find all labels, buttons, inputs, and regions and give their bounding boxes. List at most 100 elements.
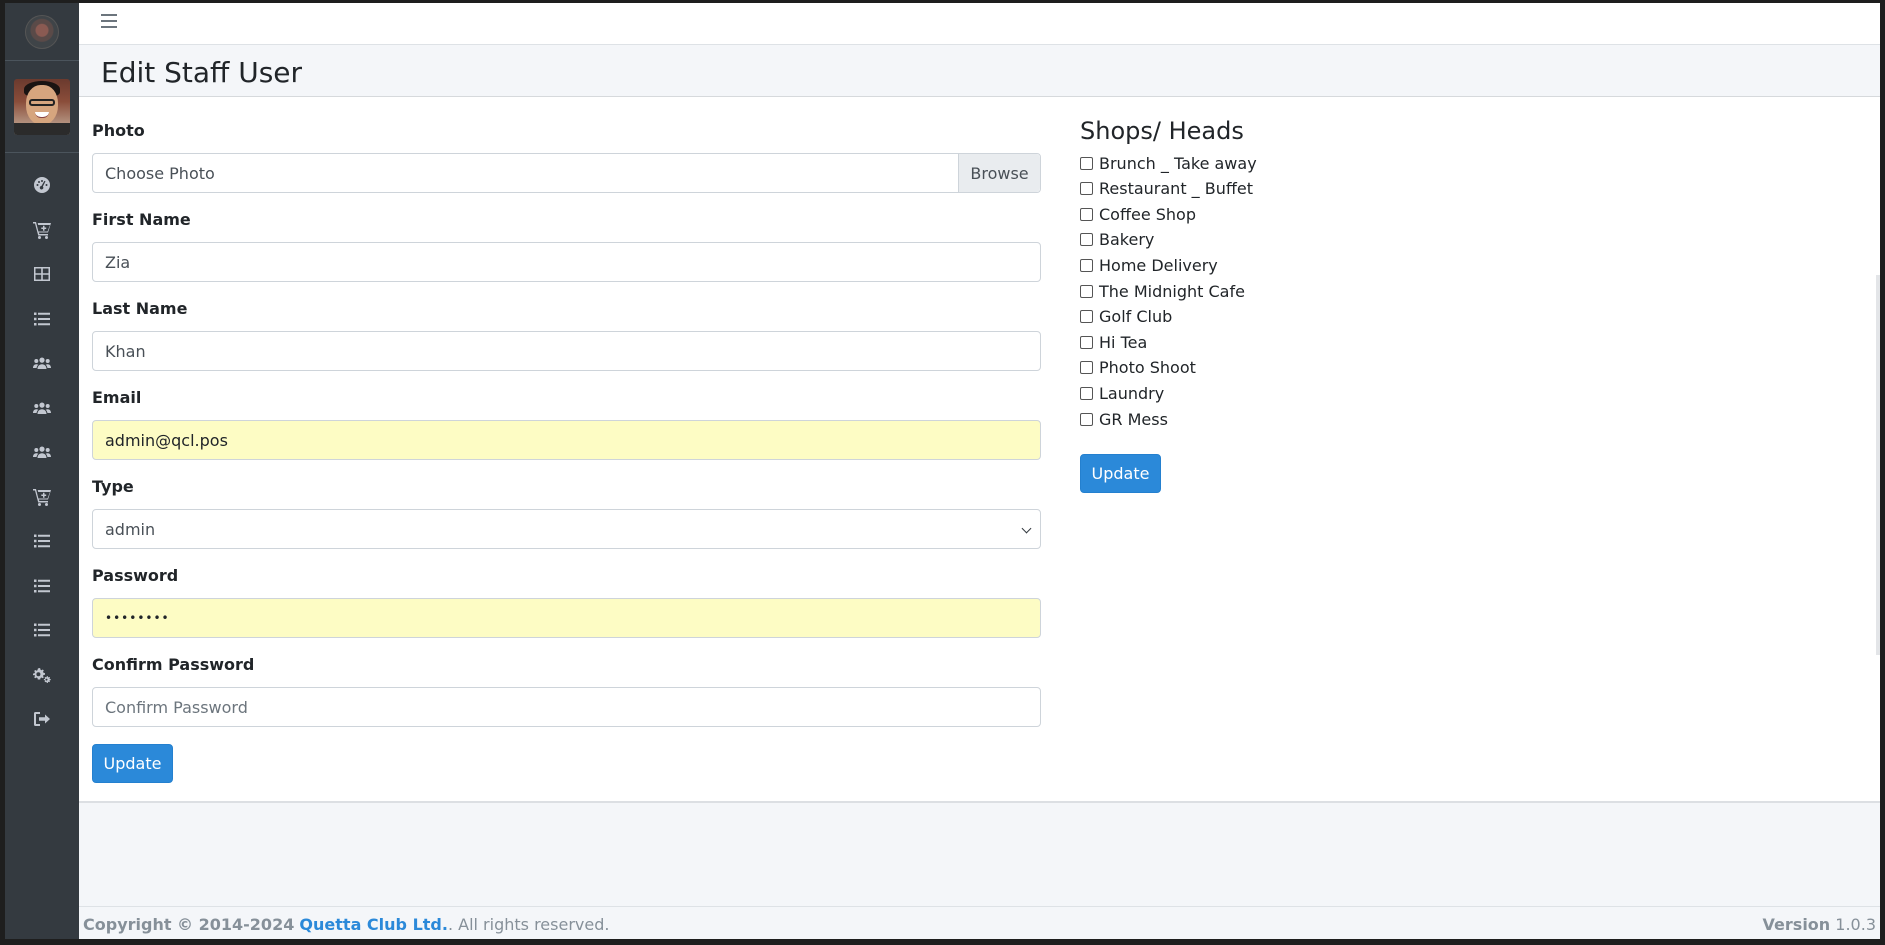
sidebar-item-tables[interactable]: [5, 252, 79, 297]
shop-label: Coffee Shop: [1099, 204, 1196, 224]
users-icon: [33, 402, 51, 414]
sidebar-item-list-1[interactable]: [5, 297, 79, 342]
browse-button[interactable]: Browse: [958, 154, 1040, 192]
update-user-button[interactable]: Update: [92, 744, 173, 783]
first-name-field[interactable]: Zia: [92, 242, 1041, 282]
content-header: Edit Staff User: [79, 45, 1880, 97]
shop-label: GR Mess: [1099, 409, 1168, 429]
sidebar-nav: [5, 163, 79, 742]
users-icon: [33, 357, 51, 370]
copyright-text: Copyright © 2014-2024 Quetta Club Ltd.. …: [83, 915, 609, 934]
cogs-icon: [33, 667, 51, 683]
list-icon: [34, 534, 50, 548]
version-value: 1.0.3: [1835, 915, 1876, 934]
confirm-password-field[interactable]: Confirm Password: [92, 687, 1041, 727]
footer: Copyright © 2014-2024 Quetta Club Ltd.. …: [79, 906, 1880, 939]
shop-checkbox[interactable]: [1080, 412, 1093, 426]
sidebar-item-list-4[interactable]: [5, 608, 79, 653]
edit-staff-card: Photo Choose Photo Browse First Name Zia…: [79, 97, 1880, 803]
shop-checkbox[interactable]: [1080, 284, 1093, 298]
shops-heads-title: Shops/ Heads: [1080, 117, 1244, 145]
copyright-prefix: Copyright © 2014-2024: [83, 915, 295, 934]
club-logo: [25, 14, 59, 49]
sidebar-item-users-1[interactable]: [5, 341, 79, 386]
type-select[interactable]: admin: [92, 509, 1041, 549]
page-title: Edit Staff User: [101, 56, 303, 89]
dashboard-icon: [34, 177, 50, 194]
last-name-label: Last Name: [92, 299, 188, 318]
shop-label: Home Delivery: [1099, 255, 1218, 275]
shop-checkbox[interactable]: [1080, 156, 1093, 170]
confirm-password-label: Confirm Password: [92, 655, 255, 674]
sidebar-item-list-3[interactable]: [5, 564, 79, 609]
shop-item[interactable]: Golf Club: [1080, 307, 1172, 327]
sidebar-item-list-2[interactable]: [5, 519, 79, 564]
sidebar-item-users-2[interactable]: [5, 386, 79, 431]
rights-text: . All rights reserved.: [447, 915, 610, 934]
type-selected-value: admin: [105, 519, 156, 539]
shop-item[interactable]: Photo Shoot: [1080, 358, 1196, 378]
shop-label: Bakery: [1099, 230, 1155, 250]
shop-item[interactable]: Home Delivery: [1080, 255, 1218, 275]
shop-checkbox[interactable]: [1080, 258, 1093, 272]
shop-checkbox[interactable]: [1080, 361, 1093, 375]
cart-plus-icon: [33, 488, 51, 506]
email-field[interactable]: admin@qcl.pos: [92, 420, 1041, 460]
shop-checkbox[interactable]: [1080, 233, 1093, 247]
shop-item[interactable]: Hi Tea: [1080, 332, 1147, 352]
shop-label: Photo Shoot: [1099, 358, 1196, 378]
cart-plus-icon: [33, 221, 51, 239]
shop-item[interactable]: The Midnight Cafe: [1080, 281, 1245, 301]
shop-label: Brunch _ Take away: [1099, 153, 1257, 173]
shop-item[interactable]: GR Mess: [1080, 409, 1168, 429]
shop-item[interactable]: Restaurant _ Buffet: [1080, 179, 1253, 199]
shop-checkbox[interactable]: [1080, 182, 1093, 196]
shop-checkbox[interactable]: [1080, 207, 1093, 221]
list-icon: [34, 623, 50, 637]
sidebar-item-logout[interactable]: [5, 697, 79, 742]
sidebar-item-sales[interactable]: [5, 208, 79, 253]
last-name-field[interactable]: Khan: [92, 331, 1041, 371]
list-icon: [34, 312, 50, 326]
shop-label: Laundry: [1099, 383, 1165, 403]
users-icon: [33, 446, 51, 459]
version-info: Version 1.0.3: [1763, 915, 1876, 934]
shop-item[interactable]: Coffee Shop: [1080, 204, 1196, 224]
table-icon: [34, 267, 50, 282]
photo-label: Photo: [92, 121, 145, 140]
photo-file-input[interactable]: Choose Photo Browse: [92, 153, 1041, 193]
shop-item[interactable]: Brunch _ Take away: [1080, 153, 1257, 173]
shop-label: Hi Tea: [1099, 332, 1148, 352]
company-link[interactable]: Quetta Club Ltd.: [299, 915, 448, 934]
chevron-down-icon: [1021, 523, 1032, 534]
user-panel: [5, 61, 79, 153]
app-window: Edit Staff User Photo Choose Photo Brows…: [5, 3, 1880, 939]
sidebar-item-settings[interactable]: [5, 653, 79, 698]
first-name-label: First Name: [92, 210, 191, 229]
update-shops-button[interactable]: Update: [1080, 454, 1161, 493]
type-label: Type: [92, 477, 134, 496]
password-label: Password: [92, 566, 179, 585]
top-navbar: [79, 3, 1880, 45]
photo-file-text: Choose Photo: [105, 163, 215, 183]
version-label: Version: [1762, 915, 1831, 934]
hamburger-menu-icon[interactable]: [101, 14, 117, 30]
sidebar-item-dashboard[interactable]: [5, 163, 79, 208]
scrollbar[interactable]: [1876, 275, 1880, 655]
shop-checkbox[interactable]: [1080, 335, 1093, 349]
password-field[interactable]: ••••••••: [92, 598, 1041, 638]
shop-item[interactable]: Laundry: [1080, 383, 1164, 403]
shop-label: Golf Club: [1099, 307, 1173, 327]
avatar[interactable]: [14, 78, 70, 135]
shop-label: The Midnight Cafe: [1099, 281, 1245, 301]
shop-label: Restaurant _ Buffet: [1099, 179, 1254, 199]
shop-checkbox[interactable]: [1080, 310, 1093, 324]
shop-item[interactable]: Bakery: [1080, 230, 1154, 250]
sidebar-item-users-3[interactable]: [5, 430, 79, 475]
list-icon: [34, 579, 50, 593]
sign-out-icon: [34, 712, 50, 727]
brand-logo-link[interactable]: [5, 3, 79, 61]
email-label: Email: [92, 388, 142, 407]
sidebar-item-purchases[interactable]: [5, 475, 79, 520]
shop-checkbox[interactable]: [1080, 386, 1093, 400]
